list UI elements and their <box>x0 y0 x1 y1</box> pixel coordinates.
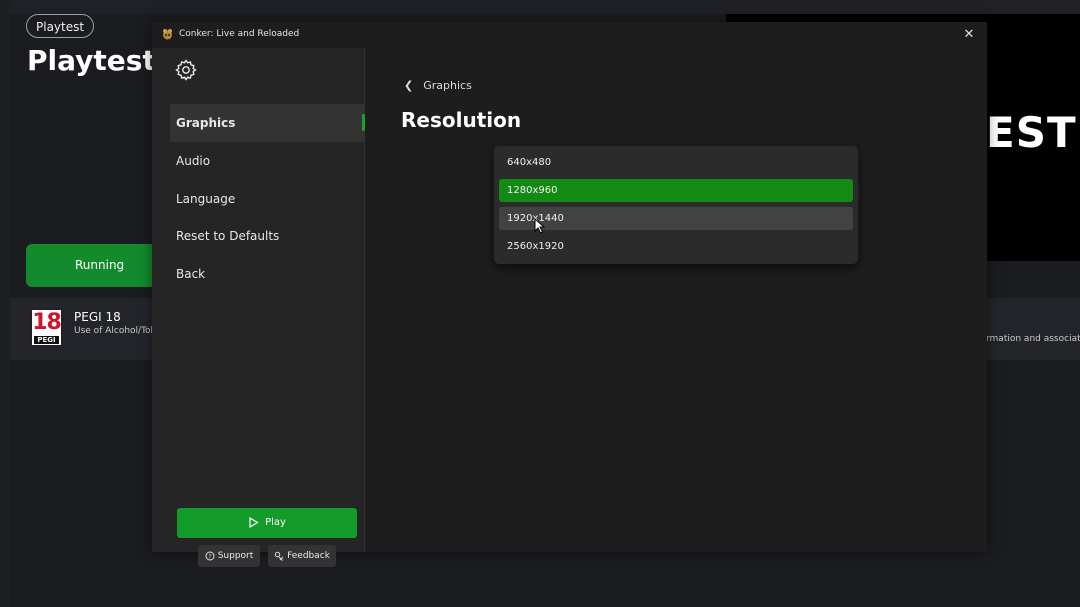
background-top-bar <box>0 0 1080 14</box>
sidebar-item-language[interactable]: Language <box>170 180 364 218</box>
sidebar-item-graphics[interactable]: Graphics <box>170 104 364 142</box>
resolution-option-640x480[interactable]: 640x480 <box>499 151 853 174</box>
sidebar-item-back[interactable]: Back <box>170 255 364 293</box>
resolution-option-1280x960[interactable]: 1280x960 <box>499 179 853 202</box>
feedback-icon <box>274 551 284 561</box>
rating-description: Use of Alcohol/Tobacco <box>74 326 152 336</box>
rating-title: PEGI 18 <box>74 310 121 324</box>
sidebar-item-reset-to-defaults[interactable]: Reset to Defaults <box>170 217 364 255</box>
app-icon <box>163 29 172 40</box>
sidebar-item-audio[interactable]: Audio <box>170 142 364 180</box>
background-left-strip <box>0 0 10 607</box>
gear-icon <box>175 59 197 81</box>
resolution-option-1920x1440[interactable]: 1920x1440 <box>499 207 853 230</box>
feedback-button[interactable]: Feedback <box>268 545 336 567</box>
playtest-chip[interactable]: Playtest <box>26 14 95 38</box>
active-indicator <box>362 114 365 131</box>
support-button-label: Support <box>217 551 254 561</box>
mouse-cursor-icon <box>534 218 546 234</box>
play-icon <box>249 516 259 528</box>
resolution-option-2560x1920[interactable]: 2560x1920 <box>499 235 853 258</box>
chevron-left-icon[interactable]: ❮ <box>404 79 413 92</box>
close-icon[interactable]: ✕ <box>960 26 978 44</box>
hero-banner-text: EST <box>986 108 1077 157</box>
settings-window: Conker: Live and Reloaded ✕ Graphics Aud… <box>152 22 987 567</box>
window-title: Conker: Live and Reloaded <box>179 29 300 39</box>
settings-sidebar: Graphics Audio Language Reset to Default… <box>152 48 365 567</box>
page-title: Resolution <box>401 108 522 132</box>
svg-text:?: ? <box>208 553 211 560</box>
resolution-dropdown: 640x480 1280x960 1920x1440 2560x1920 <box>494 146 858 264</box>
window-title-bar: Conker: Live and Reloaded ✕ <box>152 22 987 48</box>
feedback-button-label: Feedback <box>287 551 330 561</box>
background-page-title: Playtest: <box>27 44 168 77</box>
play-button[interactable]: Play <box>177 508 357 538</box>
background-right-description: rmation and associated <box>986 334 1080 344</box>
breadcrumb-label: Graphics <box>423 79 472 92</box>
help-icon: ? <box>205 551 215 560</box>
support-button[interactable]: ? Support <box>198 545 260 567</box>
breadcrumb[interactable]: ❮ Graphics <box>404 79 472 92</box>
pegi-badge-text: PEGI <box>34 336 59 344</box>
running-button[interactable]: Running <box>26 244 156 287</box>
pegi-badge-number: 18 <box>32 310 62 335</box>
pegi-badge: 18 PEGI <box>30 308 63 347</box>
play-button-label: Play <box>265 517 286 528</box>
